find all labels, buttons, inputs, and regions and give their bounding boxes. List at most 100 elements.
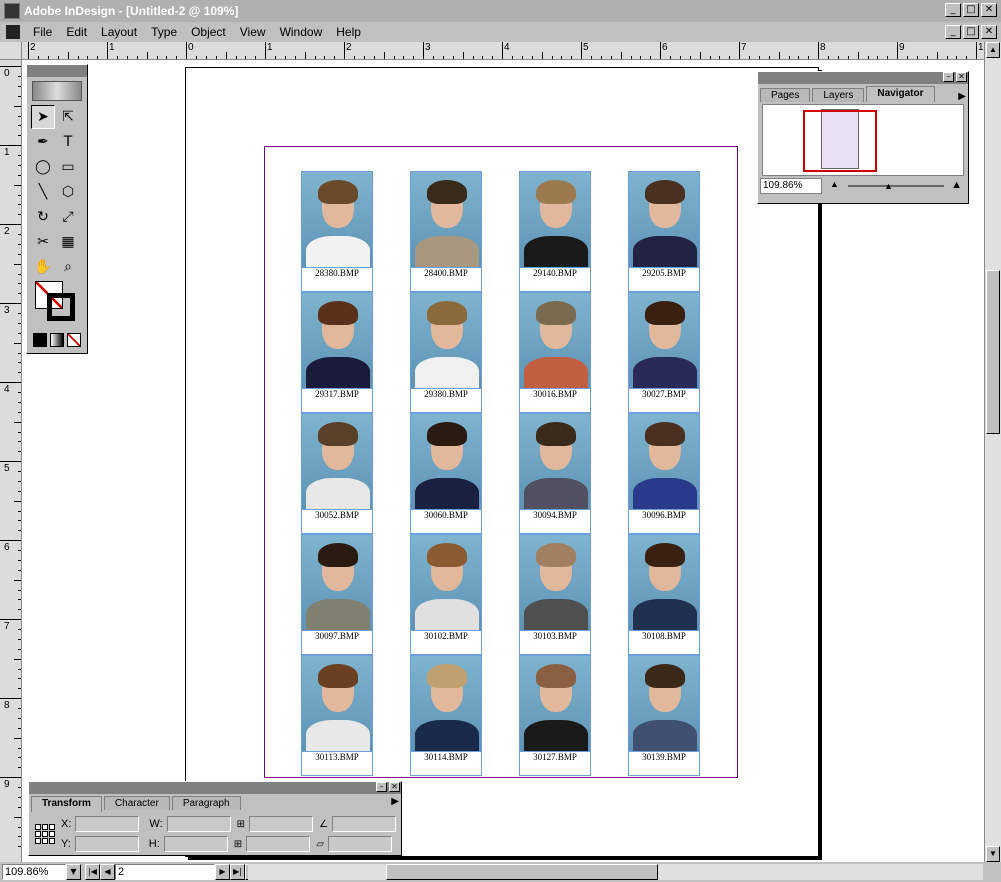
menu-view[interactable]: View <box>233 25 273 39</box>
vertical-scroll-thumb[interactable] <box>986 270 1000 434</box>
type-tool-icon[interactable]: T <box>56 130 80 154</box>
photo-frame[interactable]: 30096.BMP <box>628 413 700 534</box>
photo-caption[interactable]: 29205.BMP <box>628 268 700 292</box>
pen-tool-icon[interactable]: ✒ <box>31 130 55 154</box>
portrait-image[interactable] <box>410 534 482 631</box>
stroke-swatch[interactable] <box>47 293 75 321</box>
w-field[interactable] <box>166 816 231 832</box>
portrait-image[interactable] <box>628 171 700 268</box>
menu-object[interactable]: Object <box>184 25 233 39</box>
line-tool-icon[interactable]: ╲ <box>31 180 55 204</box>
horizontal-scroll-thumb[interactable] <box>386 864 658 880</box>
zoom-slider-thumb[interactable]: ▲ <box>884 181 893 191</box>
photo-caption[interactable]: 30102.BMP <box>410 631 482 655</box>
portrait-image[interactable] <box>628 534 700 631</box>
photo-frame[interactable]: 29205.BMP <box>628 171 700 292</box>
photo-frame[interactable]: 30102.BMP <box>410 534 482 655</box>
apply-color-icon[interactable] <box>33 333 47 347</box>
fill-stroke-swatch[interactable] <box>35 281 79 323</box>
navigator-preview[interactable] <box>762 104 964 176</box>
photo-caption[interactable]: 30139.BMP <box>628 752 700 776</box>
photo-caption[interactable]: 30052.BMP <box>301 510 373 534</box>
menu-type[interactable]: Type <box>144 25 184 39</box>
photo-frame[interactable]: 28380.BMP <box>301 171 373 292</box>
transform-menu-arrow-icon[interactable]: ▶ <box>391 796 399 812</box>
photo-caption[interactable]: 30113.BMP <box>301 752 373 776</box>
photo-caption[interactable]: 30094.BMP <box>519 510 591 534</box>
panel-minimize-button[interactable]: – <box>943 72 954 82</box>
photo-frame[interactable]: 29380.BMP <box>410 292 482 413</box>
portrait-image[interactable] <box>519 655 591 752</box>
hand-tool-icon[interactable]: ✋ <box>31 255 55 279</box>
minimize-button[interactable]: _ <box>945 3 961 17</box>
portrait-image[interactable] <box>519 534 591 631</box>
tab-pages[interactable]: Pages <box>760 88 811 102</box>
photo-frame[interactable]: 30060.BMP <box>410 413 482 534</box>
next-page-icon[interactable]: ▶ <box>215 864 230 880</box>
tab-transform[interactable]: Transform <box>31 796 102 812</box>
portrait-image[interactable] <box>519 413 591 510</box>
photo-caption[interactable]: 29140.BMP <box>519 268 591 292</box>
photo-caption[interactable]: 30097.BMP <box>301 631 373 655</box>
portrait-image[interactable] <box>301 534 373 631</box>
portrait-image[interactable] <box>301 655 373 752</box>
toolbox-titlebar[interactable] <box>27 65 87 77</box>
scissors-tool-icon[interactable]: ✂ <box>31 230 55 254</box>
doc-restore-button[interactable]: □ <box>963 25 979 39</box>
photo-frame[interactable]: 30094.BMP <box>519 413 591 534</box>
zoom-in-icon[interactable]: ▲ <box>951 179 962 191</box>
y-field[interactable] <box>74 836 139 852</box>
portrait-image[interactable] <box>410 171 482 268</box>
navigator-zoom-slider[interactable]: ▲ ▲ ▲ <box>826 179 966 193</box>
portrait-image[interactable] <box>410 292 482 389</box>
photo-caption[interactable]: 30096.BMP <box>628 510 700 534</box>
photo-caption[interactable]: 29317.BMP <box>301 389 373 413</box>
photo-caption[interactable]: 29380.BMP <box>410 389 482 413</box>
tab-paragraph[interactable]: Paragraph <box>171 796 241 810</box>
scale-x-field[interactable] <box>249 816 314 832</box>
photo-frame[interactable]: 29140.BMP <box>519 171 591 292</box>
portrait-image[interactable] <box>628 292 700 389</box>
photo-frame[interactable]: 30097.BMP <box>301 534 373 655</box>
panel-close-button[interactable]: ✕ <box>956 72 967 82</box>
scale-tool-icon[interactable]: ⤢ <box>56 205 80 229</box>
doc-close-button[interactable]: ✕ <box>981 25 997 39</box>
shear-field[interactable] <box>327 836 392 852</box>
portrait-image[interactable] <box>301 171 373 268</box>
photo-frame[interactable]: 30108.BMP <box>628 534 700 655</box>
app-icon[interactable] <box>4 3 20 19</box>
ellipse-tool-icon[interactable]: ◯ <box>31 155 55 179</box>
horizontal-ruler[interactable]: 21012345678910 <box>22 42 984 60</box>
rotate-tool-icon[interactable]: ↻ <box>31 205 55 229</box>
portrait-image[interactable] <box>410 413 482 510</box>
menu-help[interactable]: Help <box>329 25 368 39</box>
page-field[interactable]: 2 <box>115 864 215 880</box>
portrait-image[interactable] <box>410 655 482 752</box>
rectangle-tool-icon[interactable]: ▭ <box>56 155 80 179</box>
close-button[interactable]: ✕ <box>981 3 997 17</box>
last-page-icon[interactable]: ▶| <box>230 864 245 880</box>
apply-none-icon[interactable] <box>67 333 81 347</box>
reference-point-icon[interactable] <box>35 824 55 844</box>
zoom-dropdown-icon[interactable]: ▼ <box>66 864 81 880</box>
zoom-slider-track[interactable] <box>848 185 944 187</box>
zoom-field[interactable]: 109.86% <box>2 864 66 880</box>
gradient-tool-icon[interactable]: ▦ <box>56 230 80 254</box>
document-icon[interactable] <box>6 25 20 39</box>
transform-minimize-button[interactable]: – <box>376 782 387 792</box>
portrait-image[interactable] <box>519 292 591 389</box>
menu-layout[interactable]: Layout <box>94 25 144 39</box>
photo-frame[interactable]: 30052.BMP <box>301 413 373 534</box>
direct-selection-tool-icon[interactable]: ⇱ <box>56 105 80 129</box>
selection-tool-icon[interactable]: ➤ <box>31 105 55 129</box>
zoom-tool-icon[interactable]: ⌕ <box>56 255 80 279</box>
zoom-out-icon[interactable]: ▲ <box>830 179 839 189</box>
photo-frame[interactable]: 30027.BMP <box>628 292 700 413</box>
vertical-scrollbar[interactable]: ▲ ▼ <box>984 42 1001 862</box>
vertical-ruler[interactable]: 0 1 2 3 4 5 6 7 8 9 <box>0 60 22 862</box>
photo-frame[interactable]: 30113.BMP <box>301 655 373 776</box>
portrait-image[interactable] <box>301 413 373 510</box>
horizontal-scrollbar[interactable] <box>248 864 983 880</box>
menu-file[interactable]: File <box>26 25 59 39</box>
ruler-origin[interactable] <box>0 42 22 60</box>
